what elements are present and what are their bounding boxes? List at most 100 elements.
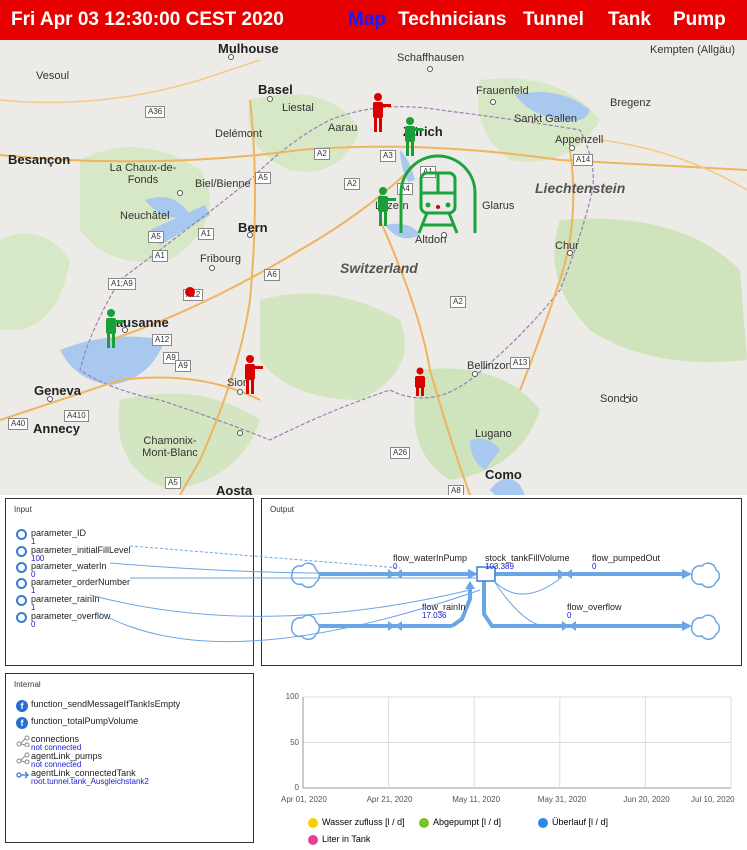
tab-tunnel[interactable]: Tunnel (523, 9, 584, 31)
technician-marker-red[interactable] (370, 92, 394, 134)
tab-tank[interactable]: Tank (608, 9, 651, 31)
parameter-icon (16, 595, 27, 606)
place-biel: Biel/Bienne (195, 178, 251, 190)
technician-marker-green[interactable] (402, 116, 426, 158)
parameter-name: parameter_rainIn (31, 594, 100, 604)
road-shield: A2 (314, 148, 330, 160)
place-lugano: Lugano (475, 428, 512, 440)
road-shield: A2 (344, 178, 360, 190)
place-basel: Basel (258, 82, 293, 97)
place-besancon: Besançon (8, 152, 71, 167)
legend-label: Abgepumpt [l / d] (433, 817, 502, 827)
datetime: Fri Apr 03 12:30:00 CEST 2020 (11, 9, 284, 30)
line-chart (302, 696, 732, 789)
tab-technicians[interactable]: Technicians (398, 9, 506, 31)
place-delemont: Delémont (215, 128, 263, 140)
parameter-icon (16, 578, 27, 589)
road-shield: A1 (152, 250, 168, 262)
link-icon (16, 771, 29, 779)
parameter-name: parameter_waterIn (31, 561, 107, 571)
place-annecy: Annecy (33, 421, 80, 436)
legend-dot (308, 818, 318, 828)
parameter-icon (16, 612, 27, 623)
road-shield: A26 (390, 447, 411, 459)
place-glarus: Glarus (482, 200, 515, 212)
place-chur: Chur (555, 240, 579, 252)
stock-flow-diagram (290, 562, 721, 640)
place-appenzell: Appenzell (555, 134, 604, 146)
flow-label: flow_pumpedOut (592, 553, 661, 563)
link-icon (16, 752, 30, 764)
place-bern: Bern (238, 220, 268, 235)
chart-area: Wasser zufluss [l / d] Abgepumpt [l / d]… (261, 673, 742, 847)
parameter-icon (16, 562, 27, 573)
x-tick-label: Jul 10, 2020 (691, 795, 735, 804)
input-panel: Input parameter_ID 1 parameter_initialFi… (5, 498, 254, 666)
link-icon (16, 735, 30, 747)
flow-value: 0 (393, 562, 398, 571)
place-chamonix: Chamonix-Mont-Blanc (142, 435, 198, 459)
function-name: function_sendMessageIfTankIsEmpty (31, 699, 181, 709)
place-sondrio: Sondrio (600, 393, 638, 405)
place-geneva: Geneva (34, 383, 81, 398)
legend-label: Überlauf [l / d] (552, 817, 609, 827)
legend-dot (308, 835, 318, 845)
parameter-name: parameter_orderNumber (31, 577, 131, 587)
parameter-name: parameter_initialFillLevel (31, 545, 131, 555)
road-shield: A9 (175, 360, 191, 372)
place-sankt-gallen: Sankt Gallen (514, 113, 577, 125)
parameter-name: parameter_overflow (31, 611, 111, 621)
road-shield: A40 (8, 418, 29, 430)
road-shield: A5 (148, 231, 164, 243)
legend-dot (419, 818, 429, 828)
x-tick-label: May 31, 2020 (537, 795, 587, 804)
road-shield: A5 (165, 477, 181, 489)
road-shield: A14 (573, 154, 594, 166)
x-tick-label: Jun 20, 2020 (623, 795, 670, 804)
flow-value: 0 (567, 611, 572, 620)
link-value: root.tunnel.tank_Ausgleichstank2 (31, 777, 149, 786)
tab-map[interactable]: Map (348, 9, 386, 31)
function-icon: f (16, 700, 28, 712)
place-schaffhausen: Schaffhausen (397, 52, 465, 64)
place-vesoul: Vesoul (36, 70, 70, 82)
place-frauenfeld: Frauenfeld (476, 85, 529, 97)
y-tick-label: 50 (290, 737, 299, 747)
function-icon: f (16, 717, 28, 729)
x-tick-label: Apr 01, 2020 (281, 795, 327, 804)
position-marker-red[interactable] (182, 284, 198, 300)
tab-pump[interactable]: Pump (673, 9, 726, 31)
parameter-name: parameter_ID (31, 528, 87, 538)
x-tick-label: May 11, 2020 (452, 795, 501, 804)
road-shield: A12 (152, 334, 173, 346)
road-shield: A3 (380, 150, 396, 162)
place-switzerland: Switzerland (340, 260, 418, 276)
place-fribourg: Fribourg (200, 253, 241, 265)
flow-label: flow_overflow (567, 602, 622, 612)
place-la-chaux-de-fonds: La Chaux-de-Fonds (109, 162, 177, 186)
x-tick-label: Apr 21, 2020 (366, 795, 413, 804)
stock-value: 103.389 (485, 562, 514, 571)
place-neuchatel: Neuchâtel (120, 210, 170, 222)
internal-panel-title: Internal (14, 680, 41, 689)
place-kempten: Kempten (Allgäu) (650, 44, 735, 56)
input-panel-title: Input (14, 505, 32, 514)
parameter-icon (16, 546, 27, 557)
technician-marker-red[interactable] (242, 354, 266, 396)
place-liestal: Liestal (282, 102, 314, 114)
y-tick-label: 0 (294, 783, 299, 792)
technician-marker-green[interactable] (103, 308, 127, 350)
place-bregenz: Bregenz (610, 97, 651, 109)
internal-panel: Internal f function_sendMessageIfTankIsE… (5, 673, 254, 843)
parameter-icon (16, 529, 27, 540)
road-shield: A2 (450, 296, 466, 308)
place-aosta: Aosta (216, 483, 253, 495)
road-shield: A8 (448, 485, 464, 495)
position-marker-red[interactable] (411, 367, 429, 397)
top-bar: Fri Apr 03 12:30:00 CEST 2020 Map Techni… (0, 0, 747, 40)
place-como: Como (485, 467, 522, 482)
road-shield: A5 (255, 172, 271, 184)
y-tick-label: 100 (285, 692, 299, 701)
tunnel-train-icon[interactable] (395, 153, 481, 239)
map-view[interactable]: Mulhouse Basel Liestal Delémont Aarau Zü… (0, 40, 747, 495)
